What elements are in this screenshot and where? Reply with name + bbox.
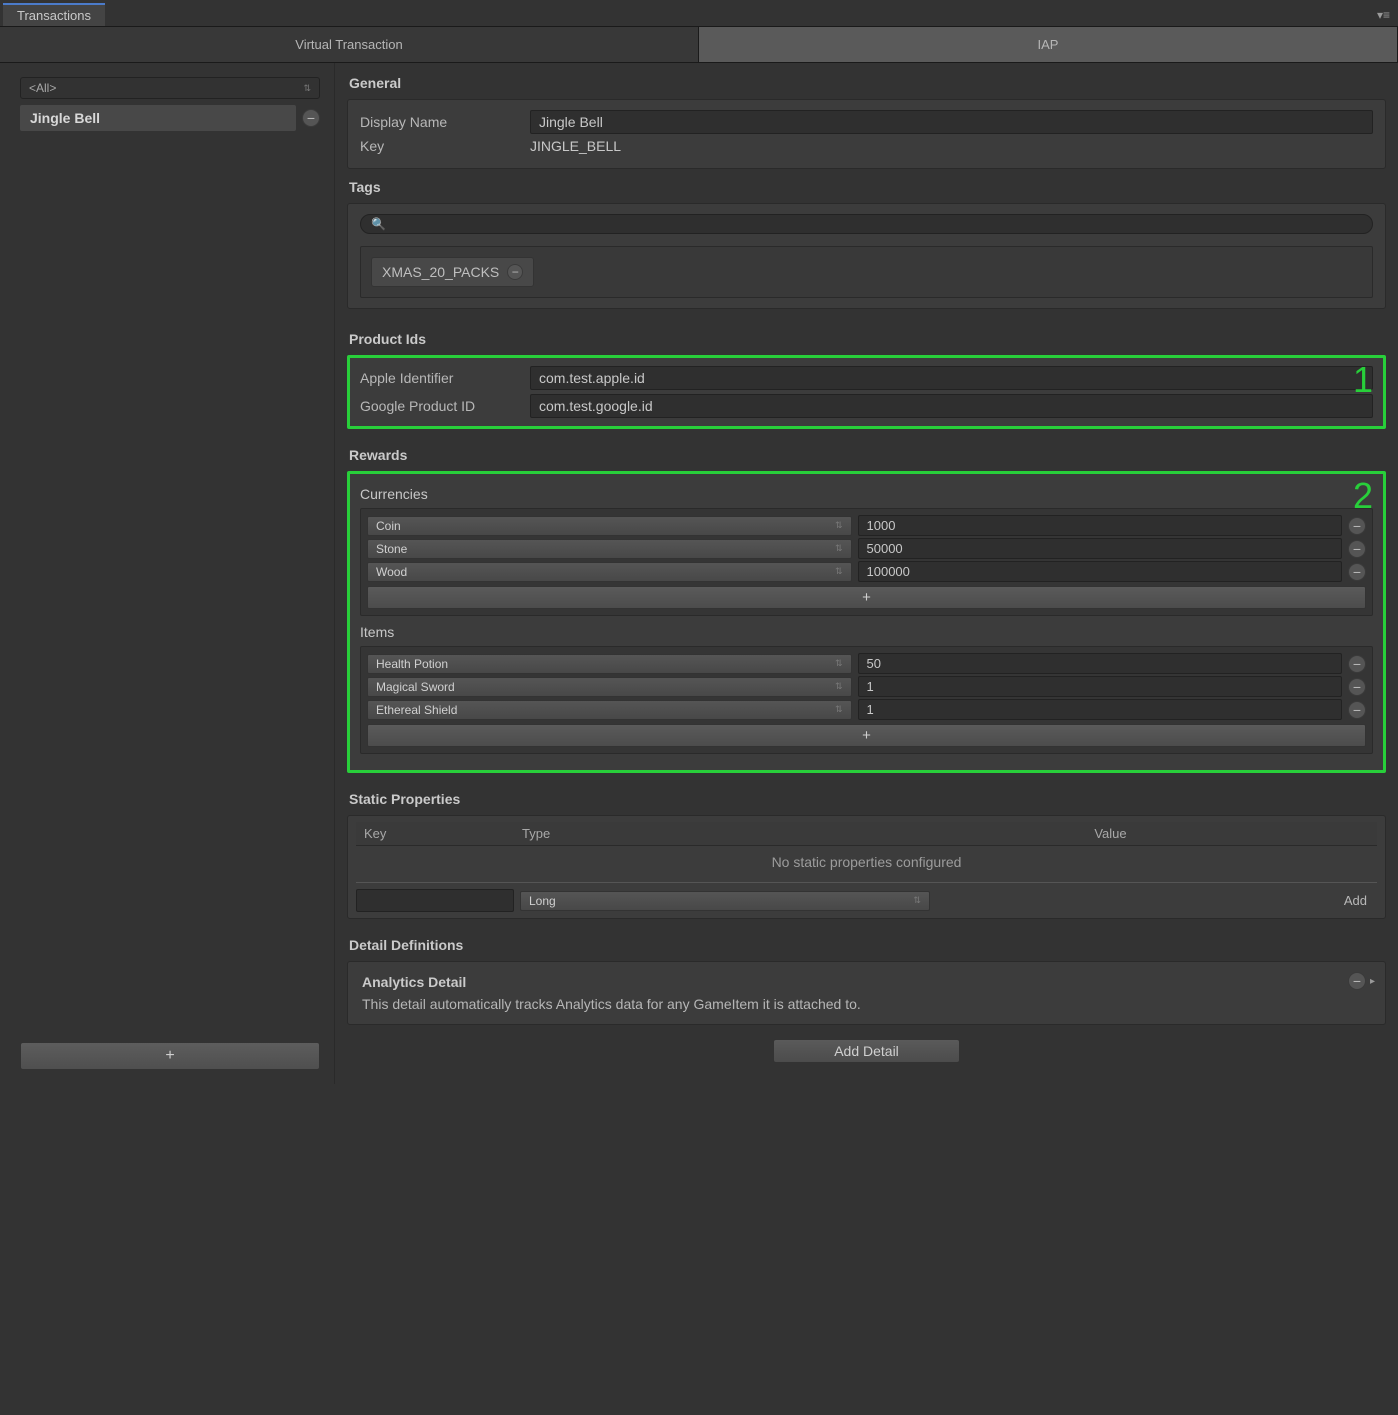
currency-amount-input[interactable] bbox=[858, 515, 1343, 536]
rewards-heading: Rewards bbox=[347, 443, 1386, 465]
static-key-input[interactable] bbox=[356, 889, 514, 912]
currency-row: Coin⇅ − bbox=[367, 515, 1366, 536]
add-currency-button[interactable]: + bbox=[367, 586, 1366, 609]
display-name-input[interactable] bbox=[530, 110, 1373, 134]
remove-detail-button[interactable]: − bbox=[1348, 972, 1366, 990]
chevron-updown-icon: ⇅ bbox=[835, 566, 843, 577]
display-name-label: Display Name bbox=[360, 114, 520, 130]
chevron-updown-icon: ⇅ bbox=[835, 520, 843, 531]
general-panel: Display Name Key JINGLE_BELL bbox=[347, 99, 1386, 169]
content-area: <All> ⇅ Jingle Bell − + General bbox=[0, 63, 1398, 1084]
transactions-window: Transactions ▾≡ Virtual Transaction IAP … bbox=[0, 0, 1398, 1084]
item-select[interactable]: Ethereal Shield⇅ bbox=[367, 700, 852, 720]
general-heading: General bbox=[347, 71, 1386, 93]
chevron-updown-icon: ⇅ bbox=[835, 704, 843, 715]
item-amount-input[interactable] bbox=[858, 699, 1343, 720]
key-value: JINGLE_BELL bbox=[530, 138, 621, 154]
item-amount-input[interactable] bbox=[858, 653, 1343, 674]
currency-row: Wood⇅ − bbox=[367, 561, 1366, 582]
tab-virtual-transaction[interactable]: Virtual Transaction bbox=[0, 27, 699, 62]
currency-row: Stone⇅ − bbox=[367, 538, 1366, 559]
detail-definitions-heading: Detail Definitions bbox=[347, 933, 1386, 955]
title-bar: Transactions ▾≡ bbox=[0, 3, 1398, 27]
detail-menu-icon[interactable]: ▸ bbox=[1370, 976, 1375, 987]
remove-sidebar-item-button[interactable]: − bbox=[302, 109, 320, 127]
sidebar-filter-value: <All> bbox=[29, 81, 56, 95]
chevron-updown-icon: ⇅ bbox=[303, 83, 311, 94]
add-transaction-button[interactable]: + bbox=[20, 1042, 320, 1070]
item-select[interactable]: Magical Sword⇅ bbox=[367, 677, 852, 697]
key-label: Key bbox=[360, 138, 520, 154]
chevron-updown-icon: ⇅ bbox=[835, 543, 843, 554]
remove-item-button[interactable]: − bbox=[1348, 701, 1366, 719]
static-properties-header: Key Type Value bbox=[356, 822, 1377, 846]
static-properties-panel: Key Type Value No static properties conf… bbox=[347, 815, 1386, 919]
chevron-updown-icon: ⇅ bbox=[913, 895, 921, 906]
search-icon: 🔍 bbox=[371, 217, 386, 231]
tag-chip-label: XMAS_20_PACKS bbox=[382, 264, 499, 280]
remove-tag-button[interactable]: − bbox=[507, 264, 523, 280]
static-col-type: Type bbox=[522, 826, 852, 841]
tag-chip[interactable]: XMAS_20_PACKS − bbox=[371, 257, 534, 287]
static-properties-heading: Static Properties bbox=[347, 787, 1386, 809]
sidebar: <All> ⇅ Jingle Bell − + bbox=[0, 63, 335, 1084]
static-properties-add-row: Long ⇅ Add bbox=[356, 882, 1377, 912]
product-ids-heading: Product Ids bbox=[347, 327, 1386, 349]
highlight-number-1: 1 bbox=[1353, 362, 1373, 398]
add-detail-button[interactable]: Add Detail bbox=[773, 1039, 960, 1063]
remove-item-button[interactable]: − bbox=[1348, 655, 1366, 673]
analytics-detail-desc: This detail automatically tracks Analyti… bbox=[362, 996, 1371, 1012]
currency-select[interactable]: Wood⇅ bbox=[367, 562, 852, 582]
item-select[interactable]: Health Potion⇅ bbox=[367, 654, 852, 674]
item-row: Ethereal Shield⇅ − bbox=[367, 699, 1366, 720]
item-row: Magical Sword⇅ − bbox=[367, 676, 1366, 697]
add-item-button[interactable]: + bbox=[367, 724, 1366, 747]
window-menu-icon[interactable]: ▾≡ bbox=[1377, 8, 1398, 22]
google-id-label: Google Product ID bbox=[360, 398, 520, 414]
static-col-key: Key bbox=[364, 826, 522, 841]
currency-select[interactable]: Stone⇅ bbox=[367, 539, 852, 559]
add-static-property-button[interactable]: Add bbox=[1334, 890, 1377, 911]
sidebar-item-row: Jingle Bell − bbox=[20, 105, 320, 131]
apple-id-label: Apple Identifier bbox=[360, 370, 520, 386]
google-id-input[interactable] bbox=[530, 394, 1373, 418]
currencies-heading: Currencies bbox=[360, 486, 1373, 502]
currency-amount-input[interactable] bbox=[858, 538, 1343, 559]
item-amount-input[interactable] bbox=[858, 676, 1343, 697]
chevron-updown-icon: ⇅ bbox=[835, 658, 843, 669]
item-row: Health Potion⇅ − bbox=[367, 653, 1366, 674]
product-ids-highlight: 1 Apple Identifier Google Product ID bbox=[347, 355, 1386, 429]
analytics-detail-title: Analytics Detail bbox=[362, 974, 1371, 990]
items-heading: Items bbox=[360, 624, 1373, 640]
items-list: Health Potion⇅ − Magical Sword⇅ − Ethere… bbox=[360, 646, 1373, 754]
chevron-updown-icon: ⇅ bbox=[835, 681, 843, 692]
details-panel: General Display Name Key JINGLE_BELL Tag… bbox=[335, 63, 1398, 1084]
detail-definition-panel: − ▸ Analytics Detail This detail automat… bbox=[347, 961, 1386, 1025]
tags-heading: Tags bbox=[347, 175, 1386, 197]
tags-search-box[interactable]: 🔍 bbox=[360, 214, 1373, 234]
remove-item-button[interactable]: − bbox=[1348, 678, 1366, 696]
static-type-select[interactable]: Long ⇅ bbox=[520, 891, 930, 911]
tags-panel: 🔍 XMAS_20_PACKS − bbox=[347, 203, 1386, 309]
sidebar-item-jingle-bell[interactable]: Jingle Bell bbox=[20, 105, 296, 131]
static-properties-empty: No static properties configured bbox=[356, 846, 1377, 878]
remove-currency-button[interactable]: − bbox=[1348, 563, 1366, 581]
currencies-list: Coin⇅ − Stone⇅ − Wood⇅ − + bbox=[360, 508, 1373, 616]
remove-currency-button[interactable]: − bbox=[1348, 517, 1366, 535]
rewards-highlight: 2 Currencies Coin⇅ − Stone⇅ − Wood⇅ bbox=[347, 471, 1386, 773]
highlight-number-2: 2 bbox=[1353, 478, 1373, 514]
currency-select[interactable]: Coin⇅ bbox=[367, 516, 852, 536]
remove-currency-button[interactable]: − bbox=[1348, 540, 1366, 558]
currency-amount-input[interactable] bbox=[858, 561, 1343, 582]
main-tabs: Virtual Transaction IAP bbox=[0, 27, 1398, 63]
window-title-tab[interactable]: Transactions bbox=[3, 3, 105, 26]
apple-id-input[interactable] bbox=[530, 366, 1373, 390]
sidebar-filter-select[interactable]: <All> ⇅ bbox=[20, 77, 320, 99]
static-col-value: Value bbox=[852, 826, 1369, 841]
tab-iap[interactable]: IAP bbox=[699, 27, 1398, 62]
